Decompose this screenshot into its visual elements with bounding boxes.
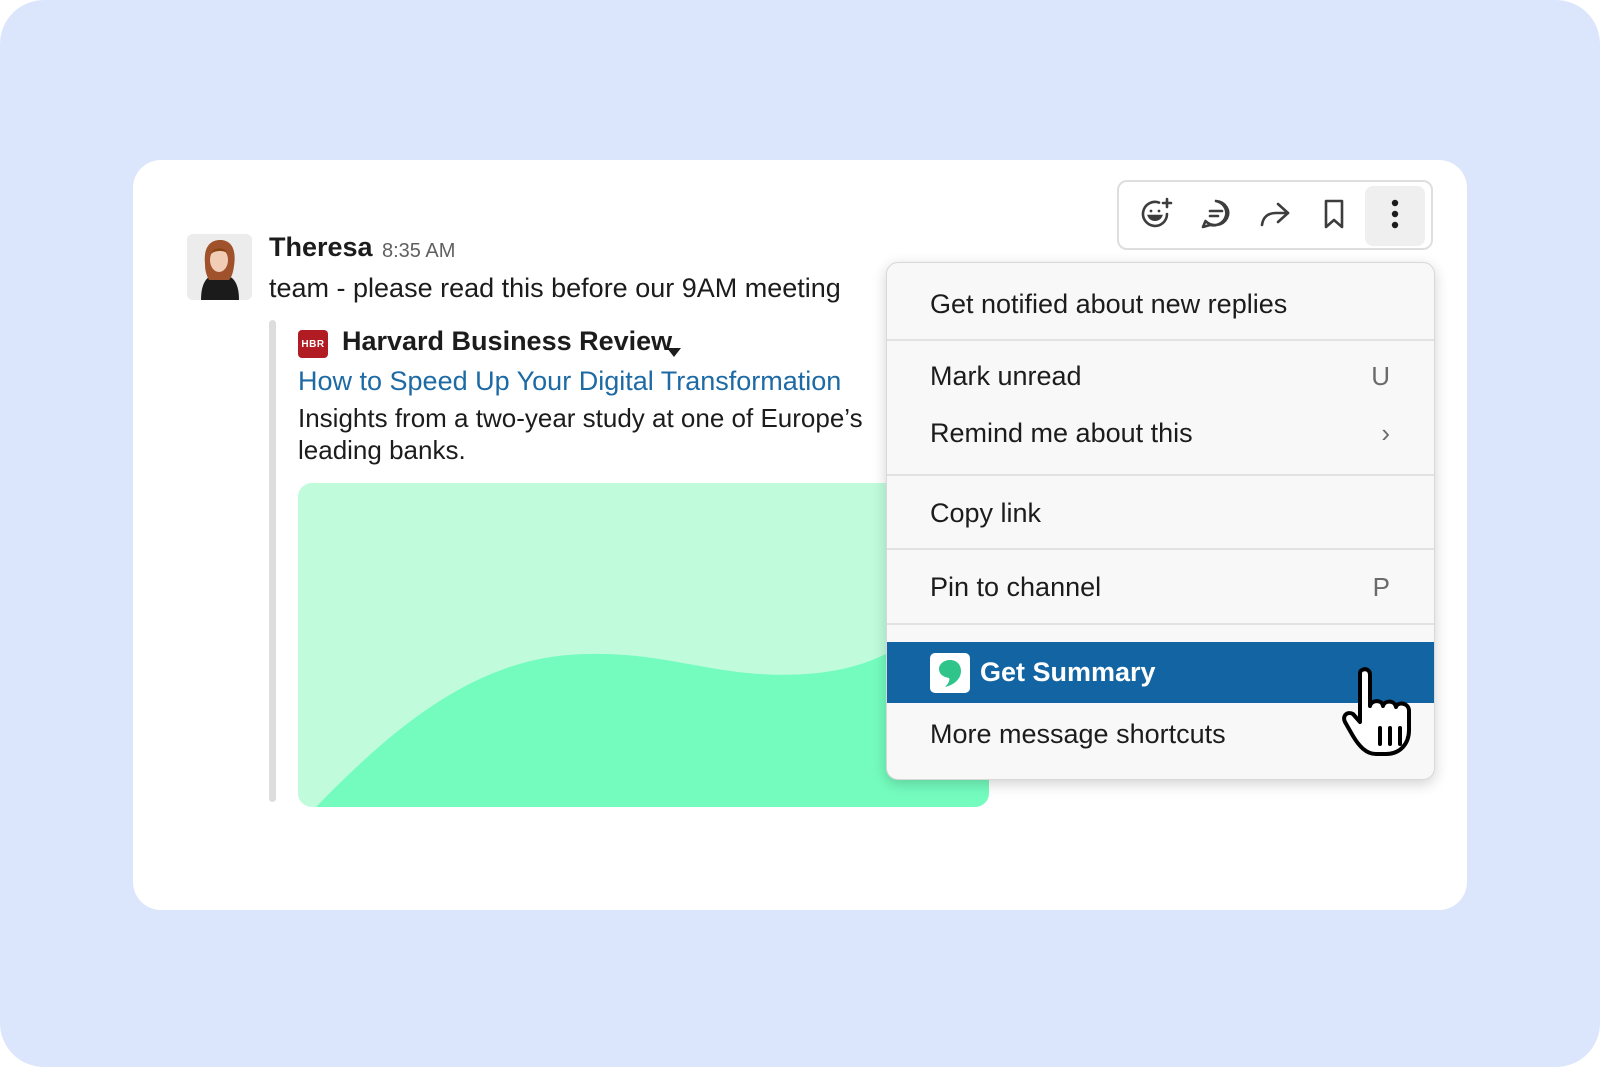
attachment-quote-bar <box>269 320 276 802</box>
add-reaction-button[interactable] <box>1127 186 1187 246</box>
menu-item-label: Mark unread <box>930 360 1082 391</box>
hbr-logo: HBR <box>298 330 328 358</box>
message-timestamp[interactable]: 8:35 AM <box>382 240 455 263</box>
chevron-down-icon[interactable] <box>667 344 681 362</box>
reply-in-thread-icon <box>1199 197 1233 236</box>
menu-item-pin-to-channel[interactable]: Pin to channel P <box>887 562 1434 612</box>
reply-in-thread-button[interactable] <box>1186 186 1246 246</box>
menu-item-label: Remind me about this <box>930 417 1193 448</box>
menu-item-label: Pin to channel <box>930 571 1102 602</box>
menu-item-label: Get Summary <box>980 657 1156 687</box>
avatar[interactable] <box>187 234 252 300</box>
message-text: team - please read this before our 9AM m… <box>269 273 841 303</box>
more-actions-icon <box>1390 197 1400 236</box>
save-message-button[interactable] <box>1304 186 1364 246</box>
share-icon <box>1258 197 1292 236</box>
shortcut-key: P <box>1372 571 1390 602</box>
menu-item-label: More message shortcuts <box>930 718 1226 749</box>
menu-divider <box>887 548 1434 550</box>
more-actions-button[interactable] <box>1365 186 1425 246</box>
menu-divider <box>887 474 1434 476</box>
add-reaction-icon <box>1140 197 1174 236</box>
menu-item-mark-unread[interactable]: Mark unread U <box>887 351 1434 401</box>
summary-app-icon <box>930 652 970 693</box>
menu-divider <box>887 623 1434 625</box>
message-actions-toolbar <box>1117 180 1433 250</box>
pointer-cursor-icon <box>1342 666 1426 763</box>
attachment-source-name: Harvard Business Review <box>342 326 673 356</box>
menu-divider <box>887 339 1434 341</box>
shortcut-key: U <box>1371 360 1390 391</box>
menu-item-remind-me[interactable]: Remind me about this › <box>887 408 1434 458</box>
sender-name[interactable]: Theresa <box>269 232 373 263</box>
share-message-button[interactable] <box>1245 186 1305 246</box>
menu-item-label: Copy link <box>930 497 1042 528</box>
article-link[interactable]: How to Speed Up Your Digital Transformat… <box>298 366 841 397</box>
article-description: Insights from a two-year study at one of… <box>298 403 863 465</box>
menu-item-copy-link[interactable]: Copy link <box>887 488 1434 538</box>
chevron-right-icon: › <box>1381 417 1390 448</box>
menu-item-get-notified[interactable]: Get notified about new replies <box>887 279 1434 329</box>
menu-item-label: Get notified about new replies <box>930 288 1288 319</box>
bookmark-icon <box>1319 197 1349 236</box>
